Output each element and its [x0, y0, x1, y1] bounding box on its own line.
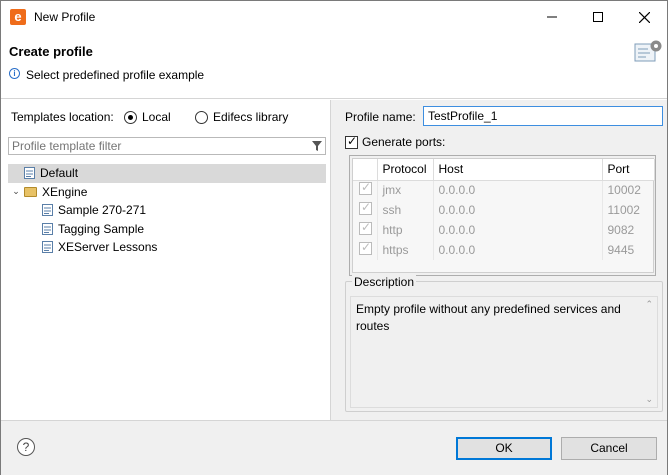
app-icon: e	[10, 9, 26, 25]
row-checkbox-cell	[353, 200, 378, 220]
tree-item-label: Default	[40, 166, 79, 181]
ports-table-header: Protocol Host Port	[353, 159, 655, 181]
window-title: New Profile	[34, 10, 96, 24]
info-icon: i	[9, 68, 20, 79]
template-tree: Default ⌄ XEngine Sample 270-271 Tagging…	[8, 164, 326, 257]
radio-edifecs-library[interactable]: Edifecs library	[195, 110, 288, 124]
wizard-header: Create profile i Select predefined profi…	[1, 33, 667, 99]
tree-item-tagging-sample[interactable]: Tagging Sample	[8, 220, 326, 239]
ok-button[interactable]: OK	[456, 437, 552, 460]
help-button[interactable]: ?	[17, 438, 35, 456]
cell-port: 9445	[602, 240, 655, 260]
column-header-check	[353, 159, 378, 181]
column-header-host[interactable]: Host	[433, 159, 603, 181]
generate-ports-label: Generate ports:	[362, 135, 446, 149]
minimize-icon	[547, 16, 557, 18]
row-checkbox	[359, 180, 372, 196]
table-row[interactable]: http 0.0.0.0 9082	[353, 220, 655, 240]
maximize-icon	[593, 12, 603, 22]
minimize-button[interactable]	[529, 1, 575, 33]
header-message: Select predefined profile example	[26, 68, 205, 82]
radio-local-label: Local	[142, 110, 171, 124]
tree-item-default[interactable]: Default	[8, 164, 326, 183]
description-group: Description Empty profile without any pr…	[345, 275, 663, 412]
generate-ports-checkbox[interactable]: Generate ports:	[345, 134, 446, 149]
cell-port: 9082	[602, 220, 655, 240]
row-checkbox	[359, 220, 372, 235]
radio-local-indicator[interactable]	[124, 110, 137, 124]
close-button[interactable]	[621, 1, 667, 33]
template-file-icon	[42, 241, 53, 254]
row-checkbox-cell	[353, 220, 378, 240]
column-header-port[interactable]: Port	[602, 159, 655, 181]
tree-item-label: Sample 270-271	[58, 203, 147, 218]
row-checkbox	[359, 240, 372, 255]
content-area: Templates location: Local Edifecs librar…	[1, 100, 667, 420]
cell-protocol: ssh	[377, 200, 434, 220]
row-checkbox-cell	[353, 180, 378, 200]
template-filter-box	[8, 137, 326, 155]
ports-table-frame: Protocol Host Port jmx 0.0.0.0 10002	[349, 155, 656, 276]
ports-table: Protocol Host Port jmx 0.0.0.0 10002	[353, 159, 655, 260]
tree-item-label: Tagging Sample	[58, 221, 145, 236]
template-filter-input[interactable]	[9, 138, 299, 154]
template-file-icon	[42, 204, 53, 217]
template-file-icon	[24, 167, 35, 180]
ports-table-container: Protocol Host Port jmx 0.0.0.0 10002	[352, 158, 655, 273]
chevron-down-icon[interactable]: ⌄	[10, 186, 22, 198]
folder-icon	[24, 186, 37, 197]
cancel-button[interactable]: Cancel	[561, 437, 657, 460]
wizard-settings-icon	[634, 40, 662, 62]
scroll-down-icon[interactable]: ⌄	[645, 394, 653, 405]
cell-protocol: jmx	[377, 180, 434, 200]
radio-edifecs-label: Edifecs library	[213, 110, 289, 124]
profile-name-input[interactable]	[423, 106, 663, 126]
cell-protocol: http	[377, 220, 434, 240]
description-label: Description	[352, 275, 417, 289]
radio-local[interactable]: Local	[124, 110, 171, 124]
maximize-button[interactable]	[575, 1, 621, 33]
tree-item-label: XEngine	[42, 184, 88, 199]
scroll-up-icon[interactable]: ⌃	[645, 299, 653, 310]
title-bar: e New Profile	[1, 1, 667, 33]
row-checkbox	[359, 200, 372, 215]
templates-location-label: Templates location:	[11, 110, 114, 124]
cell-host: 0.0.0.0	[433, 180, 603, 200]
table-row[interactable]: https 0.0.0.0 9445	[353, 240, 655, 260]
generate-ports-checkbox-box[interactable]	[345, 134, 358, 149]
tree-item-sample-270-271[interactable]: Sample 270-271	[8, 201, 326, 220]
description-textarea[interactable]: Empty profile without any predefined ser…	[350, 296, 658, 408]
tree-item-xengine[interactable]: ⌄ XEngine	[8, 183, 326, 202]
template-file-icon	[42, 222, 53, 235]
cell-host: 0.0.0.0	[433, 240, 603, 260]
dialog-footer: ? OK Cancel	[1, 420, 667, 475]
description-text: Empty profile without any predefined ser…	[356, 302, 621, 333]
templates-panel: Templates location: Local Edifecs librar…	[1, 100, 331, 420]
row-checkbox-cell	[353, 240, 378, 260]
filter-icon[interactable]	[312, 140, 322, 152]
radio-edifecs-indicator[interactable]	[195, 110, 208, 124]
tree-item-xeserver-lessons[interactable]: XEServer Lessons	[8, 238, 326, 257]
cell-port: 11002	[602, 200, 655, 220]
cell-protocol: https	[377, 240, 434, 260]
cell-host: 0.0.0.0	[433, 200, 603, 220]
table-row[interactable]: ssh 0.0.0.0 11002	[353, 200, 655, 220]
table-row[interactable]: jmx 0.0.0.0 10002	[353, 180, 655, 200]
column-header-protocol[interactable]: Protocol	[377, 159, 434, 181]
cell-port: 10002	[602, 180, 655, 200]
close-icon	[638, 11, 650, 23]
new-profile-dialog: e New Profile Create profile i Select pr…	[0, 0, 668, 475]
profile-settings-panel: Profile name: Generate ports: Protocol H…	[332, 100, 667, 420]
page-title: Create profile	[9, 44, 93, 59]
cell-host: 0.0.0.0	[433, 220, 603, 240]
profile-name-label: Profile name:	[345, 110, 416, 124]
tree-item-label: XEServer Lessons	[58, 240, 158, 255]
